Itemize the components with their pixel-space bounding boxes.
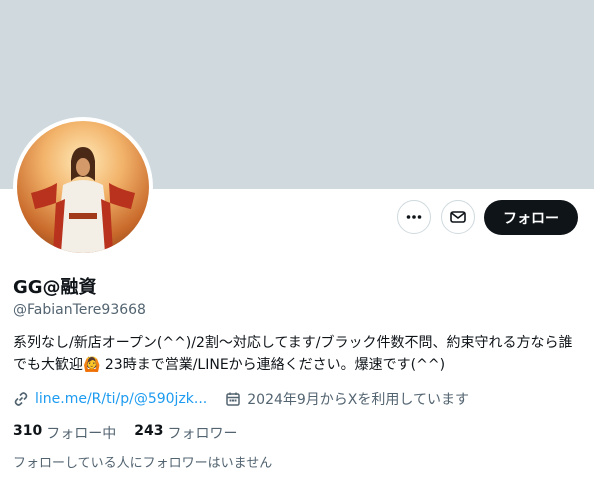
avatar[interactable] — [17, 121, 149, 253]
followers-label: フォロワー — [167, 426, 238, 442]
join-date-text: 2024年9月からXを利用しています — [247, 392, 469, 408]
followers-link[interactable]: 243 フォロワー — [134, 423, 237, 443]
user-handle: @FabianTere93668 — [13, 302, 146, 318]
profile-meta: line.me/R/ti/p/@590jzk... 2024年9月からXを利用し… — [13, 389, 469, 409]
more-icon — [406, 215, 422, 219]
followers-you-know-note: フォローしている人にフォロワーはいません — [13, 456, 273, 471]
profile-link-text[interactable]: line.me/R/ti/p/@590jzk... — [35, 391, 207, 407]
followers-count: 243 — [134, 423, 164, 439]
display-name: GG@融資 — [13, 277, 97, 298]
following-label: フォロー中 — [46, 426, 117, 442]
avatar-figure — [31, 147, 135, 253]
following-count: 310 — [13, 423, 43, 439]
following-link[interactable]: 310 フォロー中 — [13, 423, 116, 443]
message-button[interactable] — [441, 200, 475, 234]
follow-stats: 310 フォロー中 243 フォロワー — [13, 423, 237, 443]
avatar-frame — [13, 117, 153, 257]
profile-bio: 系列なし/新店オープン(^^)/2割～対応してます/ブラック件数不問、約束守れる… — [13, 335, 573, 373]
join-date: 2024年9月からXを利用しています — [225, 389, 469, 409]
profile-link[interactable]: line.me/R/ti/p/@590jzk... — [13, 391, 207, 407]
mail-icon — [450, 211, 466, 223]
calendar-icon — [226, 392, 240, 406]
link-icon — [14, 392, 28, 406]
follow-button[interactable]: フォロー — [484, 200, 578, 235]
more-options-button[interactable] — [397, 200, 431, 234]
